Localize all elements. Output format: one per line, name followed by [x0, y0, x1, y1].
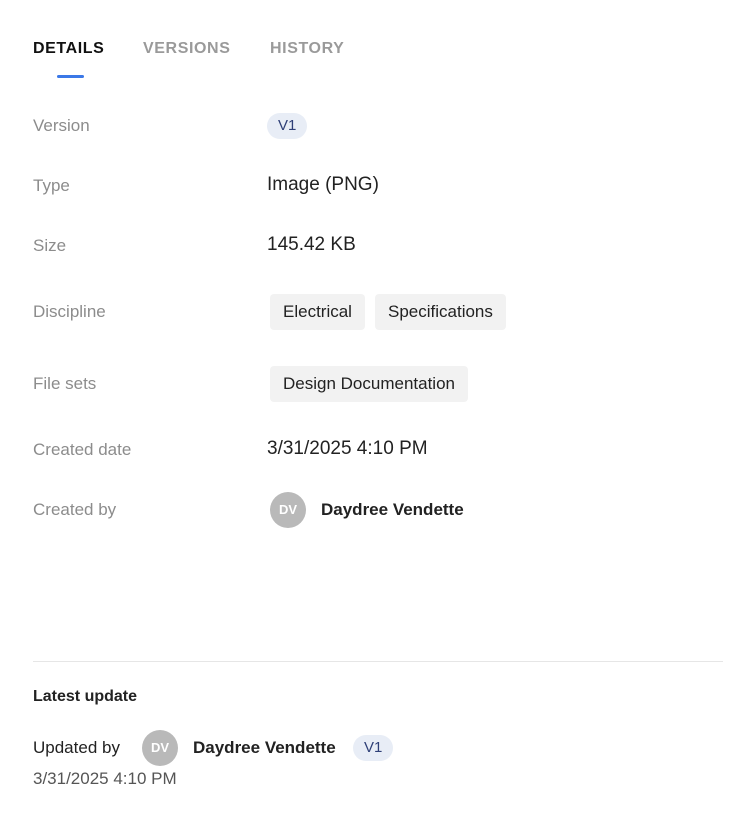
discipline-chip: Electrical: [270, 294, 365, 330]
latest-version: V1: [353, 735, 394, 761]
tab-versions[interactable]: VERSIONS: [143, 40, 231, 58]
file-sets-label: File sets: [33, 374, 97, 393]
section-divider: [33, 661, 723, 662]
avatar: DV: [142, 730, 178, 766]
file-set-chip: Design Documentation: [270, 366, 468, 402]
updated-by-label: Updated by: [33, 738, 120, 757]
created-date-label: Created date: [33, 440, 132, 459]
updated-by-name[interactable]: Daydree Vendette: [193, 738, 336, 758]
file-details-panel: DETAILS VERSIONS HISTORY Version V1 Type…: [0, 0, 741, 816]
created-by-label: Created by: [33, 500, 117, 519]
discipline-label: Discipline: [33, 302, 106, 321]
active-tab-indicator: [57, 75, 84, 78]
version-value: V1: [267, 113, 308, 139]
avatar: DV: [270, 492, 306, 528]
size-value: 145.42 KB: [267, 234, 356, 255]
version-badge: V1: [267, 113, 308, 139]
tab-details[interactable]: DETAILS: [33, 40, 104, 58]
type-value: Image (PNG): [267, 174, 379, 195]
created-date-value: 3/31/2025 4:10 PM: [267, 438, 428, 459]
version-badge: V1: [353, 735, 394, 761]
version-label: Version: [33, 116, 90, 135]
size-label: Size: [33, 236, 67, 255]
created-by-name[interactable]: Daydree Vendette: [321, 500, 464, 520]
updated-date: 3/31/2025 4:10 PM: [33, 769, 177, 788]
discipline-chip: Specifications: [375, 294, 506, 330]
tab-history[interactable]: HISTORY: [270, 40, 344, 58]
type-label: Type: [33, 176, 70, 195]
latest-update-title: Latest update: [33, 688, 138, 705]
